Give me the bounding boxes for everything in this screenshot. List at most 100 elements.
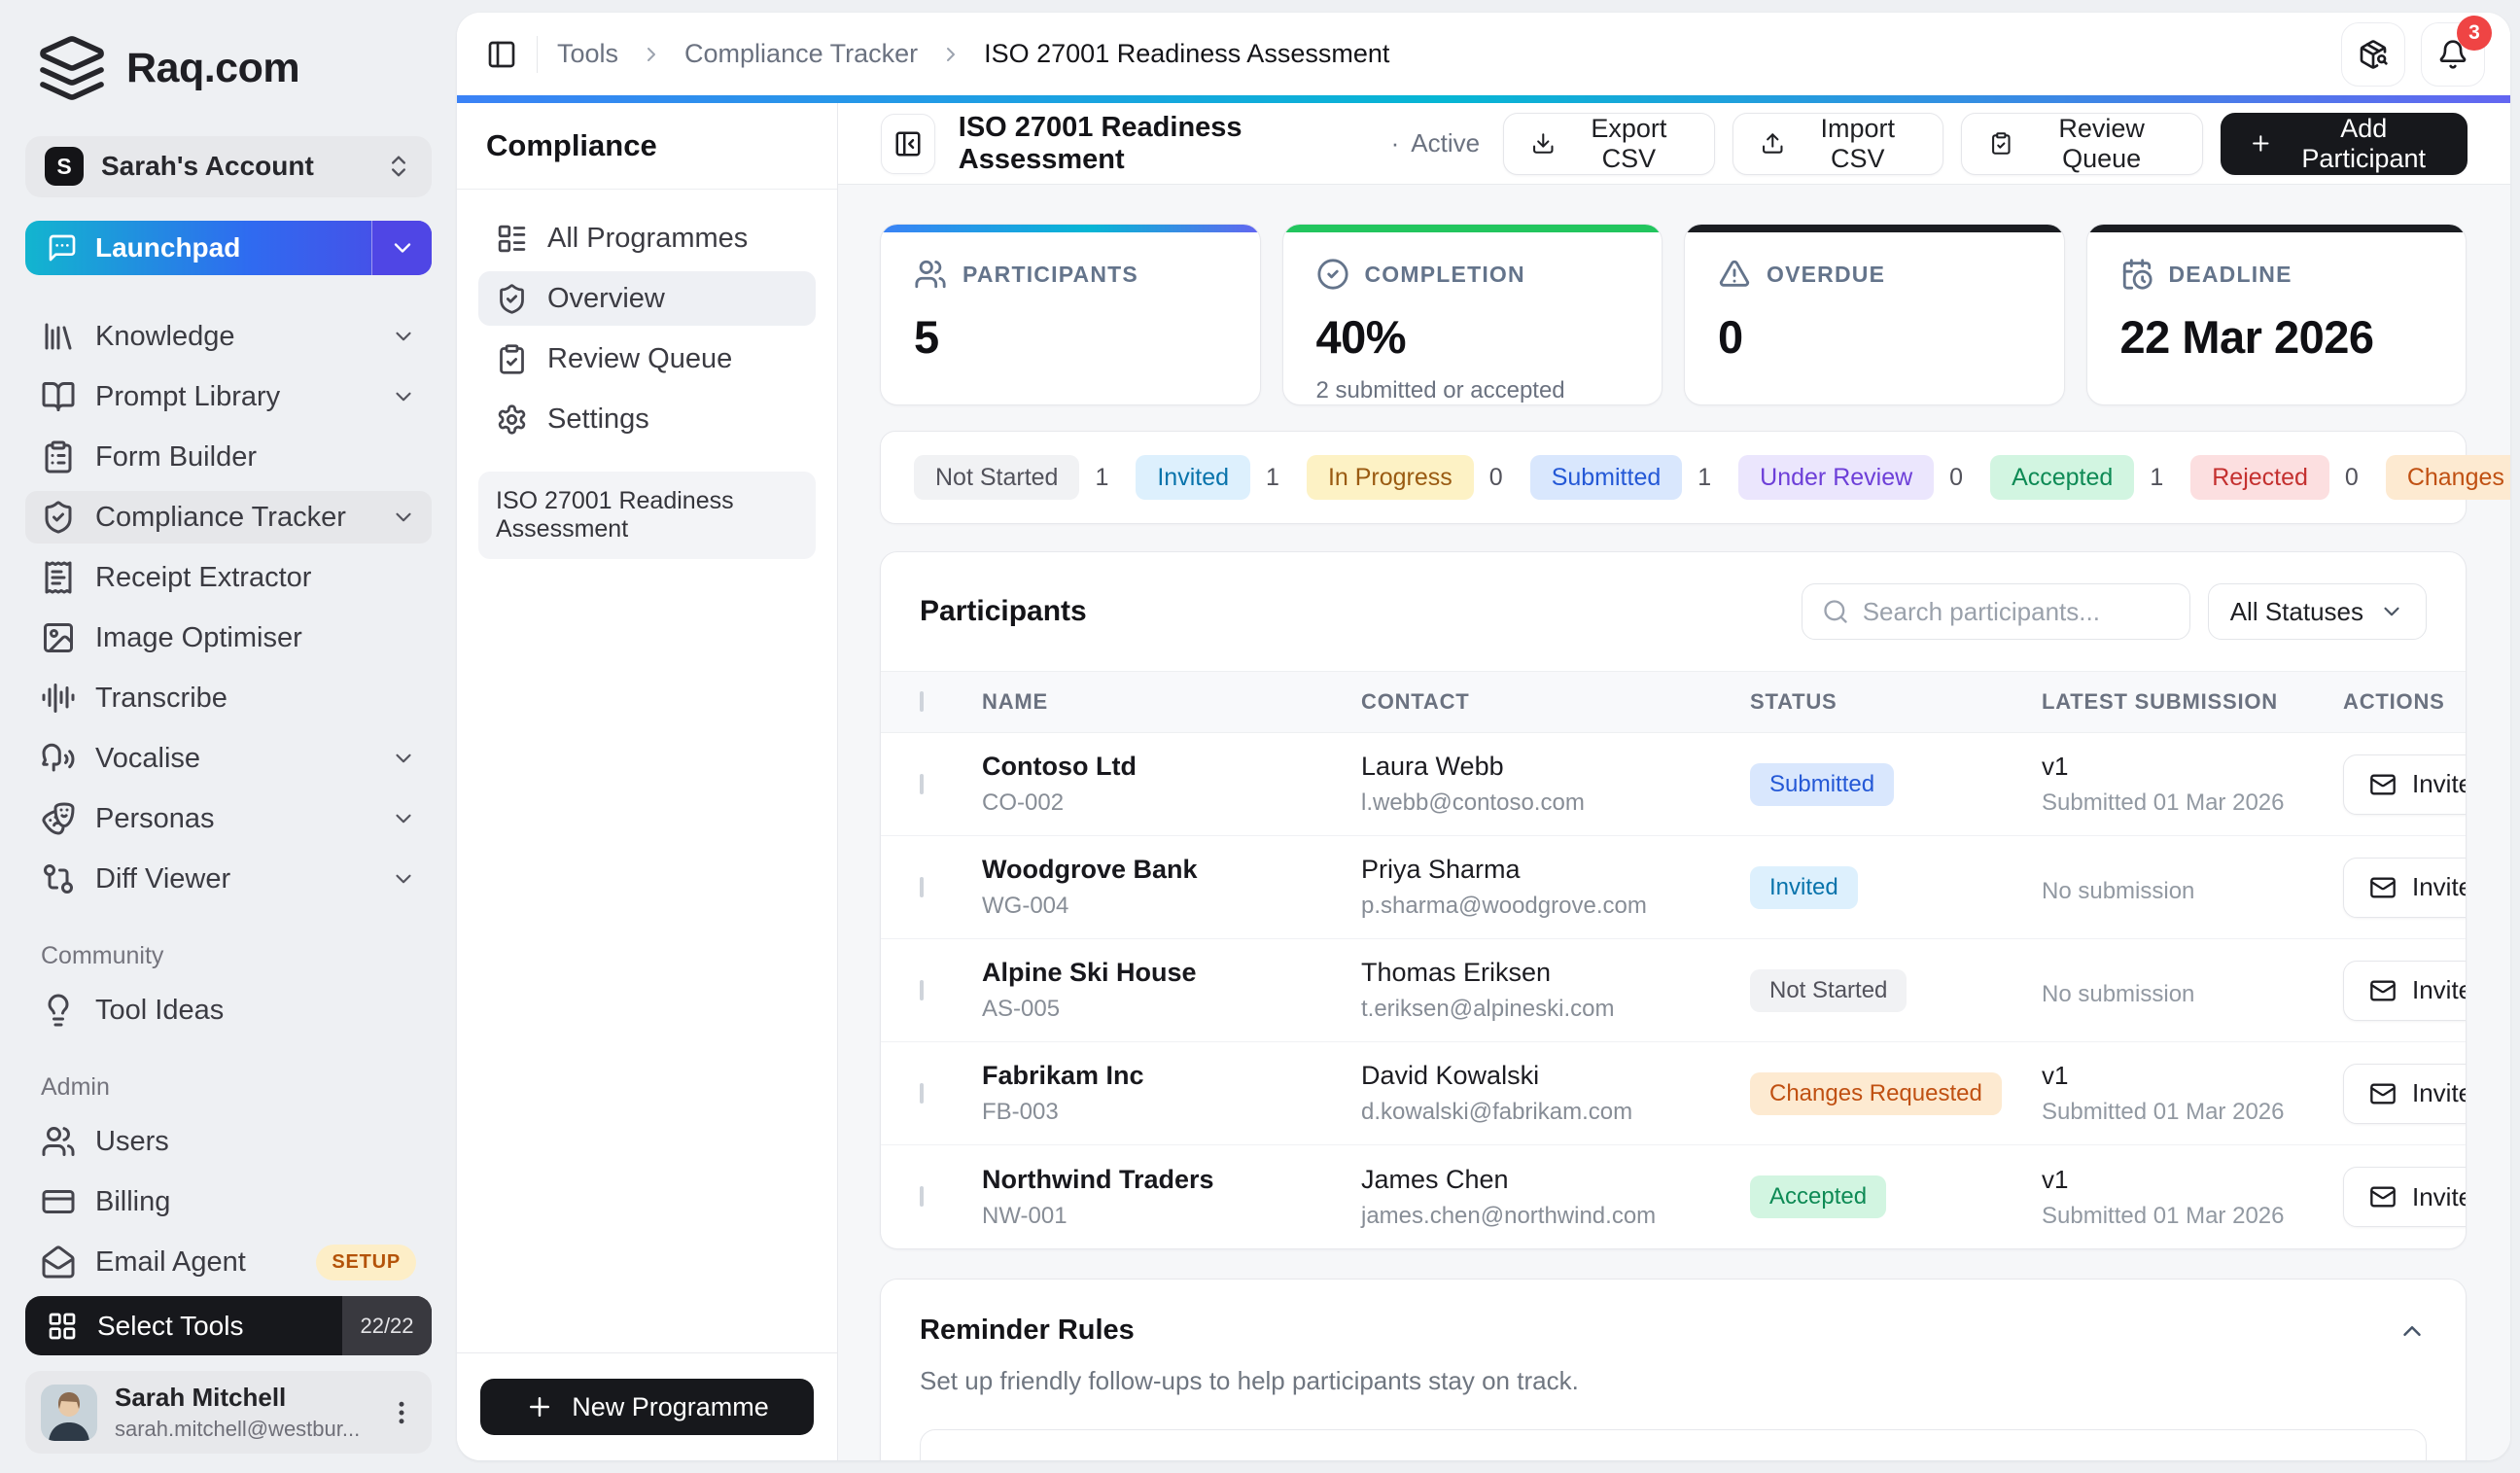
sidebar-toggle-button[interactable] (486, 39, 517, 70)
participant-name: Contoso Ltd (982, 752, 1361, 782)
invite-button[interactable]: Invite (2343, 961, 2467, 1021)
row-checkbox[interactable] (920, 980, 924, 1000)
breadcrumb-compliance-tracker[interactable]: Compliance Tracker (684, 39, 918, 69)
status-count: 0 (2345, 464, 2359, 492)
sidebar-item-personas[interactable]: Personas (25, 792, 432, 845)
panel-left-close-icon (893, 129, 923, 158)
panel-item-settings[interactable]: Settings (478, 392, 816, 446)
status-pill: Submitted (1530, 455, 1683, 500)
status-pill: Changes Requested (2386, 455, 2510, 500)
sidebar-item-knowledge[interactable]: Knowledge (25, 310, 432, 363)
sidebar-item-email-agent[interactable]: Email Agent SETUP (25, 1236, 432, 1288)
sidebar-item-label: Billing (95, 1186, 170, 1218)
stat-accent-bar (881, 225, 1260, 232)
mail-icon (2369, 771, 2397, 798)
chevron-down-icon (391, 746, 416, 771)
sidebar-item-diff-viewer[interactable]: Diff Viewer (25, 853, 432, 905)
sidebar-item-users[interactable]: Users (25, 1115, 432, 1168)
sidebar-item-prompt-library[interactable]: Prompt Library (25, 370, 432, 423)
programme-item[interactable]: ISO 27001 Readiness Assessment (478, 472, 816, 559)
participant-code: CO-002 (982, 789, 1361, 817)
clipboard-list-icon (41, 439, 76, 474)
sidebar-item-compliance-tracker[interactable]: Compliance Tracker (25, 491, 432, 544)
dot-separator: · (1391, 128, 1400, 158)
panel-item-all-programmes[interactable]: All Programmes (478, 211, 816, 265)
invite-button[interactable]: Invite (2343, 1167, 2467, 1227)
launchpad-expand-button[interactable] (371, 221, 432, 276)
import-csv-button[interactable]: Import CSV (1732, 113, 1943, 175)
brand-name: Raq.com (126, 45, 299, 92)
user-menu-button[interactable] (387, 1398, 416, 1427)
sidebar-item-image-optimiser[interactable]: Image Optimiser (25, 612, 432, 664)
table-row: Alpine Ski HouseAS-005 Thomas Eriksent.e… (881, 939, 2466, 1042)
layout-list-icon (496, 223, 528, 255)
column-header-actions: ACTIONS (2343, 689, 2445, 715)
clipboard-check-icon (1989, 129, 2013, 158)
select-all-checkbox[interactable] (920, 691, 924, 712)
panel-title: Compliance (457, 103, 837, 190)
search-participants-box (1802, 583, 2190, 640)
account-switcher[interactable]: S Sarah's Account (25, 136, 432, 197)
notifications-button[interactable]: 3 (2421, 22, 2485, 87)
compliance-panel: Compliance All Programmes Overview Revie… (457, 103, 838, 1460)
table-row: Northwind TradersNW-001 James Chenjames.… (881, 1145, 2466, 1248)
reminder-rules-title: Reminder Rules (920, 1315, 1135, 1347)
sidebar-item-vocalise[interactable]: Vocalise (25, 732, 432, 785)
search-participants-input[interactable] (1863, 597, 2170, 627)
row-checkbox[interactable] (920, 1083, 924, 1104)
user-card[interactable]: Sarah Mitchell sarah.mitchell@westbur... (25, 1371, 432, 1454)
panel-collapse-button[interactable] (881, 114, 935, 174)
users-icon (914, 258, 947, 291)
new-programme-button[interactable]: New Programme (480, 1379, 814, 1435)
review-queue-button[interactable]: Review Queue (1961, 113, 2203, 175)
row-checkbox[interactable] (920, 774, 924, 794)
status-count: 0 (1949, 464, 1963, 492)
sidebar-item-form-builder[interactable]: Form Builder (25, 431, 432, 483)
invite-button[interactable]: Invite (2343, 1064, 2467, 1124)
package-search-button[interactable] (2341, 22, 2405, 87)
stat-label: PARTICIPANTS (962, 262, 1138, 288)
stat-card-overdue: OVERDUE 0 (1684, 224, 2065, 405)
stat-subtext: 2 submitted or accepted (1316, 377, 1629, 404)
credit-card-icon (41, 1184, 76, 1219)
export-csv-button[interactable]: Export CSV (1503, 113, 1715, 175)
submission-date: No submission (2042, 878, 2343, 905)
sidebar-item-billing[interactable]: Billing (25, 1175, 432, 1228)
status-pill: Invited (1136, 455, 1250, 500)
row-checkbox[interactable] (920, 877, 924, 897)
speech-icon (41, 741, 76, 776)
submission-date: No submission (2042, 981, 2343, 1008)
invite-label: Invite (2412, 1182, 2467, 1212)
status-filter-select[interactable]: All Statuses (2208, 583, 2427, 640)
layout-grid-icon (47, 1311, 78, 1342)
sidebar-item-transcribe[interactable]: Transcribe (25, 672, 432, 724)
chevron-down-icon (389, 234, 416, 262)
select-tools-button[interactable]: Select Tools 22/22 (25, 1296, 432, 1355)
triangle-alert-icon (1718, 258, 1751, 291)
audio-lines-icon (41, 681, 76, 716)
add-participant-button[interactable]: Add Participant (2221, 113, 2468, 175)
stat-card-completion: COMPLETION 40% 2 submitted or accepted (1282, 224, 1663, 405)
setup-badge: SETUP (316, 1245, 416, 1280)
panel-left-icon (486, 39, 517, 70)
invite-button[interactable]: Invite (2343, 754, 2467, 815)
upload-icon (1761, 129, 1785, 158)
panel-item-review-queue[interactable]: Review Queue (478, 332, 816, 386)
account-avatar: S (45, 147, 84, 186)
breadcrumb-tools[interactable]: Tools (557, 39, 618, 69)
status-count: 1 (1266, 464, 1279, 492)
sidebar-item-tool-ideas[interactable]: Tool Ideas (25, 984, 432, 1036)
status-badge: Accepted (1750, 1175, 1886, 1218)
reminder-rule-item: Send 7 days before the deadline Disable (920, 1429, 2427, 1460)
panel-item-overview[interactable]: Overview (478, 271, 816, 326)
launchpad-label: Launchpad (95, 232, 240, 263)
launchpad-button[interactable]: Launchpad (25, 221, 432, 276)
column-header-status: STATUS (1750, 689, 2042, 715)
sidebar-item-receipt-extractor[interactable]: Receipt Extractor (25, 551, 432, 604)
submission-version: v1 (2042, 752, 2343, 782)
row-checkbox[interactable] (920, 1186, 924, 1207)
collapse-section-button[interactable] (2398, 1316, 2427, 1346)
invite-button[interactable]: Invite (2343, 858, 2467, 918)
search-icon (1822, 598, 1849, 625)
reminder-rules-subtitle: Set up friendly follow-ups to help parti… (920, 1366, 2427, 1396)
